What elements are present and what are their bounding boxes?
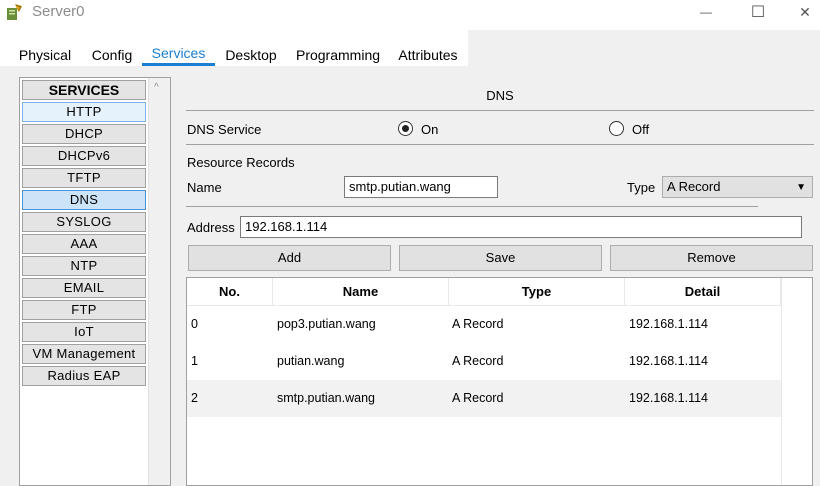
service-item-http[interactable]: HTTP <box>22 102 146 122</box>
dns-off-radio[interactable] <box>609 121 624 136</box>
type-select-value: A Record <box>667 179 721 194</box>
service-item-ntp[interactable]: NTP <box>22 256 146 276</box>
services-scrollbar[interactable]: ^ <box>148 78 170 485</box>
server-app-icon <box>7 4 22 20</box>
main-panel: SERVICES HTTP DHCP DHCPv6 TFTP DNS SYSLO… <box>0 66 820 486</box>
column-header-no[interactable]: No. <box>187 278 273 306</box>
close-button[interactable]: ✕ <box>790 0 820 24</box>
save-button[interactable]: Save <box>399 245 602 271</box>
cell-name: putian.wang <box>277 354 345 368</box>
type-label: Type <box>627 180 656 195</box>
column-header-type[interactable]: Type <box>449 278 625 306</box>
dns-title: DNS <box>486 88 514 103</box>
service-item-aaa[interactable]: AAA <box>22 234 146 254</box>
address-label: Address <box>187 220 235 235</box>
service-item-dhcpv6[interactable]: DHCPv6 <box>22 146 146 166</box>
resource-records-label: Resource Records <box>187 155 295 170</box>
minimize-icon: — <box>700 5 712 19</box>
cell-type: A Record <box>452 317 504 331</box>
cell-detail: 192.168.1.114 <box>629 317 709 331</box>
dns-on-radio[interactable] <box>398 121 413 136</box>
table-row[interactable]: 2 smtp.putian.wang A Record 192.168.1.11… <box>187 380 781 417</box>
service-item-ftp[interactable]: FTP <box>22 300 146 320</box>
tab-services[interactable]: Services <box>142 42 215 66</box>
dns-off-label: Off <box>632 122 650 137</box>
table-scrollbar[interactable] <box>781 278 812 485</box>
cell-detail: 192.168.1.114 <box>629 354 709 368</box>
tab-physical[interactable]: Physical <box>12 44 78 68</box>
cell-no: 0 <box>191 317 198 331</box>
cell-no: 1 <box>191 354 198 368</box>
maximize-button[interactable]: ☐ <box>738 0 778 24</box>
cell-type: A Record <box>452 354 504 368</box>
remove-button[interactable]: Remove <box>610 245 813 271</box>
window-title: Server0 <box>32 3 85 20</box>
table-row[interactable]: 0 pop3.putian.wang A Record 192.168.1.11… <box>187 306 781 343</box>
service-item-tftp[interactable]: TFTP <box>22 168 146 188</box>
cell-name: pop3.putian.wang <box>277 317 376 331</box>
scroll-up-icon[interactable]: ^ <box>154 82 159 93</box>
tab-config[interactable]: Config <box>86 44 138 68</box>
dns-on-label: On <box>421 122 439 137</box>
column-header-detail[interactable]: Detail <box>625 278 781 306</box>
service-item-iot[interactable]: IoT <box>22 322 146 342</box>
records-table: No. Name Type Detail 0 pop3.putian.wang … <box>186 277 813 486</box>
maximize-icon: ☐ <box>750 4 766 21</box>
divider <box>186 110 814 111</box>
dns-service-label: DNS Service <box>187 122 262 137</box>
service-item-email[interactable]: EMAIL <box>22 278 146 298</box>
table-row[interactable]: 1 putian.wang A Record 192.168.1.114 <box>187 343 781 380</box>
type-select[interactable]: A Record ▼ <box>662 176 813 198</box>
name-input[interactable]: smtp.putian.wang <box>344 176 498 198</box>
service-item-radius-eap[interactable]: Radius EAP <box>22 366 146 386</box>
divider <box>186 206 758 207</box>
add-button[interactable]: Add <box>188 245 391 271</box>
close-icon: ✕ <box>799 3 811 20</box>
services-header: SERVICES <box>22 80 146 100</box>
service-item-dns[interactable]: DNS <box>22 190 146 210</box>
chevron-down-icon: ▼ <box>796 182 806 193</box>
minimize-button[interactable]: — <box>686 0 726 24</box>
divider <box>186 144 814 145</box>
service-item-vm-management[interactable]: VM Management <box>22 344 146 364</box>
title-bar: Server0 — ☐ ✕ <box>0 0 820 26</box>
column-header-name[interactable]: Name <box>273 278 449 306</box>
cell-type: A Record <box>452 391 504 405</box>
tab-programming[interactable]: Programming <box>292 44 384 68</box>
cell-no: 2 <box>191 391 198 405</box>
cell-detail: 192.168.1.114 <box>629 391 709 405</box>
service-item-syslog[interactable]: SYSLOG <box>22 212 146 232</box>
cell-name: smtp.putian.wang <box>277 391 375 405</box>
tab-desktop[interactable]: Desktop <box>220 44 282 68</box>
services-list: SERVICES HTTP DHCP DHCPv6 TFTP DNS SYSLO… <box>19 77 171 486</box>
tab-attributes[interactable]: Attributes <box>392 44 464 68</box>
name-label: Name <box>187 180 222 195</box>
address-input[interactable]: 192.168.1.114 <box>240 216 802 238</box>
service-item-dhcp[interactable]: DHCP <box>22 124 146 144</box>
dns-panel: DNS DNS Service On Off Resource Records … <box>186 66 820 486</box>
